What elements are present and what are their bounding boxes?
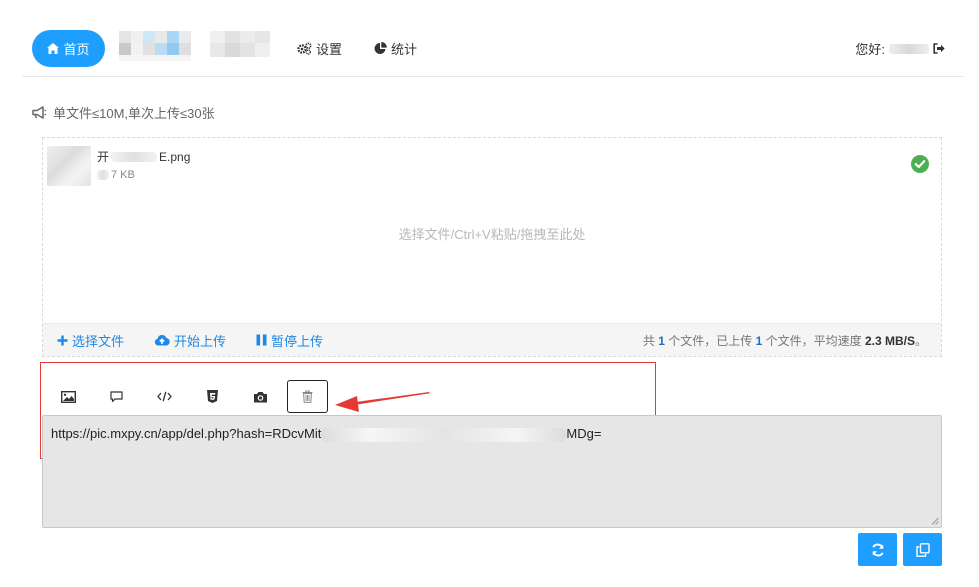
upload-toolbar: 选择文件 开始上传 暂停上传 共 1 个文件，已上传 1 个文件，平均速度 2.… (43, 323, 941, 356)
plus-icon (57, 335, 68, 345)
upload-status: 共 1 个文件，已上传 1 个文件，平均速度 2.3 MB/S。 (642, 333, 927, 348)
user-greeting: 您好: (855, 39, 945, 58)
resize-grip-icon[interactable] (931, 517, 939, 525)
output-link-textarea[interactable]: https://pic.mxpy.cn/app/del.php?hash=RDc… (42, 415, 942, 528)
start-upload-button[interactable]: 开始上传 (154, 331, 226, 350)
blurred-nav-item[interactable] (119, 31, 197, 61)
cogs-icon (297, 42, 312, 55)
notice-text: 单文件≤10M,单次上传≤30张 (53, 106, 215, 121)
blurred-nav-item[interactable] (210, 31, 272, 61)
sign-out-icon[interactable] (933, 43, 945, 54)
cloud-upload-icon (154, 335, 170, 346)
greeting-label: 您好: (855, 42, 885, 57)
copy-icon (915, 542, 930, 557)
output-url-prefix: https://pic.mxpy.cn/app/del.php?hash=RDc… (51, 426, 322, 441)
redacted-hash (321, 427, 567, 442)
nav-divider (22, 76, 963, 77)
blurred-username (889, 43, 929, 54)
pie-chart-icon (374, 42, 387, 54)
top-nav: 首页 设置 统计 您好: (0, 0, 979, 76)
bullhorn-icon (32, 106, 46, 119)
total-file-count: 1 (658, 333, 665, 348)
nav-settings[interactable]: 设置 (297, 39, 342, 58)
pause-icon (256, 334, 267, 346)
upload-dropzone[interactable]: 开 E.png 7 KB 选择文件/Ctrl+V粘贴/拖拽至此处 选择文件 开始… (42, 137, 942, 357)
output-url-suffix: MDg= (566, 426, 602, 441)
file-size: 7 KB (97, 169, 190, 181)
refresh-icon (871, 543, 884, 556)
nav-stats-label: 统计 (391, 42, 418, 57)
drop-hint: 选择文件/Ctrl+V粘贴/拖拽至此处 (398, 227, 586, 242)
home-label: 首页 (63, 42, 90, 57)
upload-limit-notice: 单文件≤10M,单次上传≤30张 (32, 103, 215, 122)
nav-stats[interactable]: 统计 (374, 39, 417, 58)
file-name: 开 E.png (97, 149, 191, 165)
select-files-button[interactable]: 选择文件 (57, 331, 124, 350)
pause-upload-button[interactable]: 暂停上传 (256, 331, 323, 350)
home-button[interactable]: 首页 (32, 30, 105, 67)
check-circle-icon (911, 155, 929, 173)
home-icon (47, 43, 60, 54)
refresh-button[interactable] (858, 533, 897, 566)
average-speed: 2.3 MB/S (864, 333, 915, 348)
nav-settings-label: 设置 (316, 42, 343, 57)
copy-button[interactable] (903, 533, 942, 566)
file-item: 开 E.png 7 KB (47, 146, 190, 186)
file-thumbnail (47, 146, 91, 186)
